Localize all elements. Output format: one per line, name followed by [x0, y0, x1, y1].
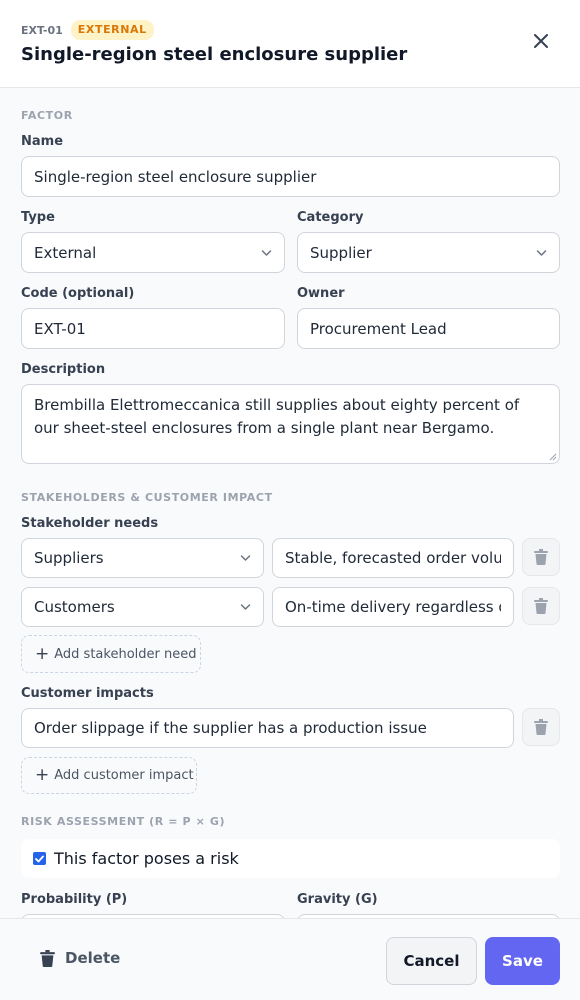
panel-footer: Delete Cancel Save: [0, 918, 580, 1000]
add-stakeholder-need-label: Add stakeholder need: [54, 646, 197, 662]
plus-icon: +: [35, 765, 50, 785]
remove-stakeholder-need-button[interactable]: [522, 538, 560, 576]
trash-icon: [534, 549, 548, 565]
stakeholder-need-value: Stable, forecasted order volum: [285, 549, 501, 567]
type-label: Type: [21, 210, 55, 225]
trash-icon: [40, 949, 55, 967]
code-input-value: EXT-01: [34, 319, 86, 338]
type-badge: EXTERNAL: [70, 20, 154, 40]
category-select-value: Supplier: [310, 243, 372, 262]
stakeholder-select[interactable]: Suppliers: [21, 538, 264, 578]
name-input-value: Single-region steel enclosure supplier: [34, 167, 317, 186]
chevron-down-icon: [261, 249, 272, 256]
type-select-value: External: [34, 243, 97, 262]
description-value: Brembilla Elettromeccanica still supplie…: [34, 396, 520, 437]
category-select[interactable]: Supplier: [297, 232, 560, 273]
code-input[interactable]: EXT-01: [21, 308, 285, 349]
type-select[interactable]: External: [21, 232, 285, 273]
resize-handle-icon[interactable]: [548, 452, 557, 461]
owner-input-value: Procurement Lead: [310, 319, 447, 338]
stakeholder-need-input[interactable]: Stable, forecasted order volum: [272, 538, 514, 578]
stakeholder-needs-label: Stakeholder needs: [21, 516, 159, 531]
delete-button[interactable]: Delete: [40, 949, 120, 967]
cancel-button[interactable]: Cancel: [386, 937, 477, 985]
section-title-factor: FACTOR: [21, 109, 73, 122]
stakeholder-select[interactable]: Customers: [21, 587, 264, 627]
description-label: Description: [21, 362, 106, 377]
owner-input[interactable]: Procurement Lead: [297, 308, 560, 349]
customer-impacts-label: Customer impacts: [21, 686, 154, 701]
stakeholder-select-value: Suppliers: [34, 549, 104, 567]
chevron-down-icon: [536, 249, 547, 256]
stakeholder-select-value: Customers: [34, 598, 115, 616]
close-icon: [534, 34, 548, 48]
delete-label: Delete: [65, 949, 121, 967]
checkmark-icon: [35, 855, 44, 862]
stakeholder-need-input[interactable]: On-time delivery regardless of: [272, 587, 514, 627]
customer-impact-value: Order slippage if the supplier has a pro…: [34, 719, 427, 737]
plus-icon: +: [35, 643, 50, 664]
description-textarea[interactable]: Brembilla Elettromeccanica still supplie…: [21, 384, 560, 464]
name-input[interactable]: Single-region steel enclosure supplier: [21, 156, 560, 197]
add-customer-impact-button[interactable]: + Add customer impact: [21, 757, 197, 794]
trash-icon: [534, 719, 548, 735]
owner-label: Owner: [297, 286, 345, 301]
chevron-down-icon: [240, 555, 251, 561]
remove-stakeholder-need-button[interactable]: [522, 587, 560, 625]
probability-label: Probability (P): [21, 892, 128, 907]
save-button[interactable]: Save: [485, 937, 560, 985]
chevron-down-icon: [240, 604, 251, 610]
poses-risk-checkbox[interactable]: [33, 852, 46, 865]
remove-customer-impact-button[interactable]: [522, 708, 560, 746]
poses-risk-label: This factor poses a risk: [54, 849, 239, 868]
add-customer-impact-label: Add customer impact: [54, 768, 194, 783]
stakeholder-need-value: On-time delivery regardless of: [285, 598, 501, 616]
factor-code-tag: EXT-01: [21, 23, 63, 37]
trash-icon: [534, 598, 548, 614]
add-stakeholder-need-button[interactable]: + Add stakeholder need: [21, 635, 201, 673]
code-label: Code (optional): [21, 286, 135, 301]
poses-risk-row: This factor poses a risk: [21, 839, 560, 878]
panel-title: Single-region steel enclosure supplier: [21, 44, 408, 65]
name-label: Name: [21, 134, 64, 149]
panel-header: EXT-01 EXTERNAL Single-region steel encl…: [0, 0, 580, 88]
edit-factor-panel: EXT-01 EXTERNAL Single-region steel encl…: [0, 0, 580, 1000]
section-title-stakeholders: STAKEHOLDERS & CUSTOMER IMPACT: [21, 491, 273, 504]
close-button[interactable]: [524, 24, 558, 58]
gravity-label: Gravity (G): [297, 892, 378, 907]
category-label: Category: [297, 210, 364, 225]
section-title-risk: RISK ASSESSMENT (R = P × G): [21, 815, 226, 828]
customer-impact-input[interactable]: Order slippage if the supplier has a pro…: [21, 708, 514, 748]
header-meta: EXT-01 EXTERNAL: [21, 20, 154, 40]
